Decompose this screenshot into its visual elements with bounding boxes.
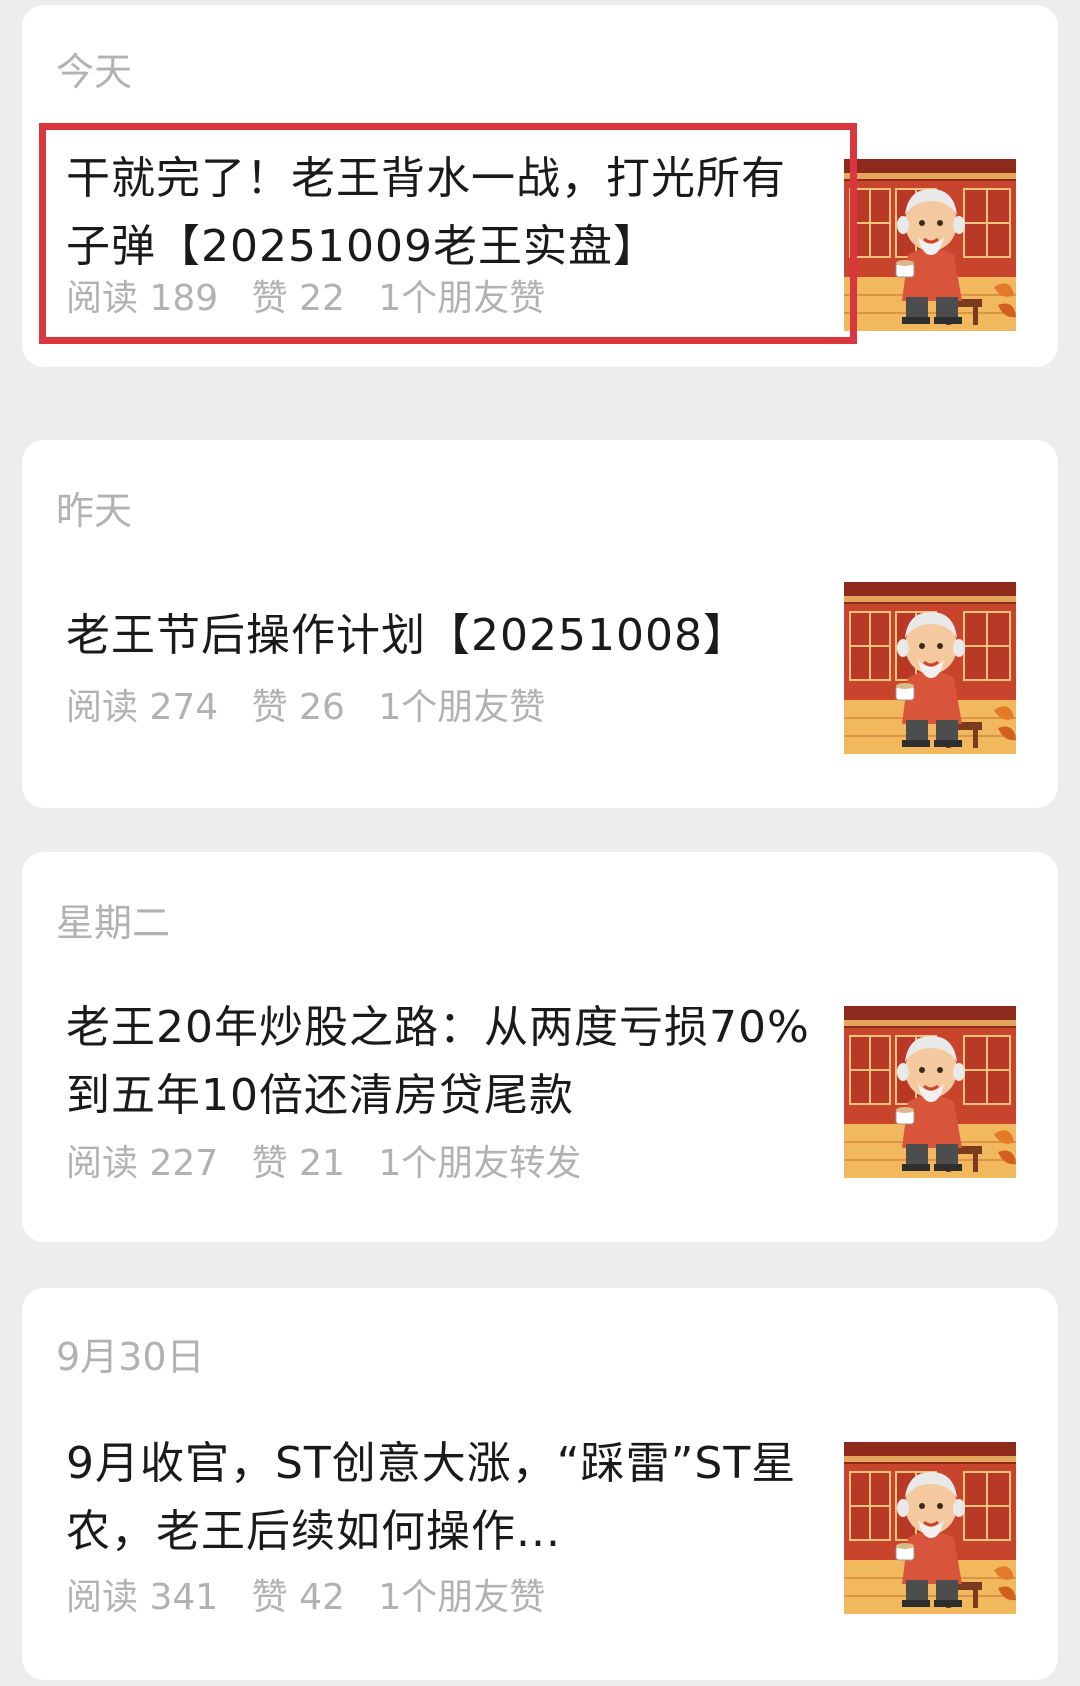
article-date: 9月30日: [56, 1335, 205, 1379]
old-man-drinking-tea-icon: [844, 1442, 1016, 1614]
article-title[interactable]: 老王20年炒股之路：从两度亏损70% 到五年10倍还清房贷尾款: [66, 994, 846, 1130]
article-date: 星期二: [56, 901, 171, 945]
article-thumbnail[interactable]: [844, 1442, 1016, 1614]
article-title-line: 老王20年炒股之路：从两度亏损70%: [66, 1002, 810, 1053]
like-count: 赞 21: [251, 1143, 345, 1184]
article-stats: 阅读 227 赞 21 1个朋友转发: [66, 1146, 603, 1182]
friend-activity: 1个朋友赞: [378, 1577, 546, 1618]
old-man-drinking-tea-icon: [844, 582, 1016, 754]
article-title-line: 到五年10倍还清房贷尾款: [66, 1070, 574, 1121]
friend-activity: 1个朋友赞: [378, 687, 546, 728]
article-thumbnail[interactable]: [844, 582, 1016, 754]
article-thumbnail[interactable]: [844, 1006, 1016, 1178]
like-count: 赞 26: [251, 687, 345, 728]
article-title[interactable]: 老王节后操作计划【20251008】: [66, 602, 846, 670]
article-card[interactable]: 星期二 老王20年炒股之路：从两度亏损70% 到五年10倍还清房贷尾款 阅读 2…: [22, 852, 1058, 1242]
read-count: 阅读 341: [66, 1577, 219, 1618]
article-title-line: 老王节后操作计划【20251008】: [66, 610, 748, 661]
article-title[interactable]: 9月收官，ST创意大涨，“踩雷”ST星 农，老王后续如何操作...: [66, 1430, 846, 1566]
article-thumbnail[interactable]: [844, 159, 1016, 331]
article-card[interactable]: 9月30日 9月收官，ST创意大涨，“踩雷”ST星 农，老王后续如何操作... …: [22, 1288, 1058, 1680]
article-title-line: 9月收官，ST创意大涨，“踩雷”ST星: [66, 1438, 797, 1489]
read-count: 阅读 227: [66, 1143, 219, 1184]
friend-activity: 1个朋友转发: [378, 1143, 582, 1184]
article-date: 昨天: [56, 489, 133, 533]
article-card[interactable]: 昨天 老王节后操作计划【20251008】 阅读 274 赞 26 1个朋友赞: [22, 440, 1058, 808]
old-man-drinking-tea-icon: [844, 1006, 1016, 1178]
like-count: 赞 42: [251, 1577, 345, 1618]
article-stats: 阅读 341 赞 42 1个朋友赞: [66, 1580, 567, 1616]
article-title-line: 农，老王后续如何操作...: [66, 1506, 561, 1557]
article-stats: 阅读 274 赞 26 1个朋友赞: [66, 690, 567, 726]
highlight-box: [39, 123, 857, 344]
old-man-drinking-tea-icon: [844, 159, 1016, 331]
read-count: 阅读 274: [66, 687, 219, 728]
article-date: 今天: [56, 50, 133, 94]
